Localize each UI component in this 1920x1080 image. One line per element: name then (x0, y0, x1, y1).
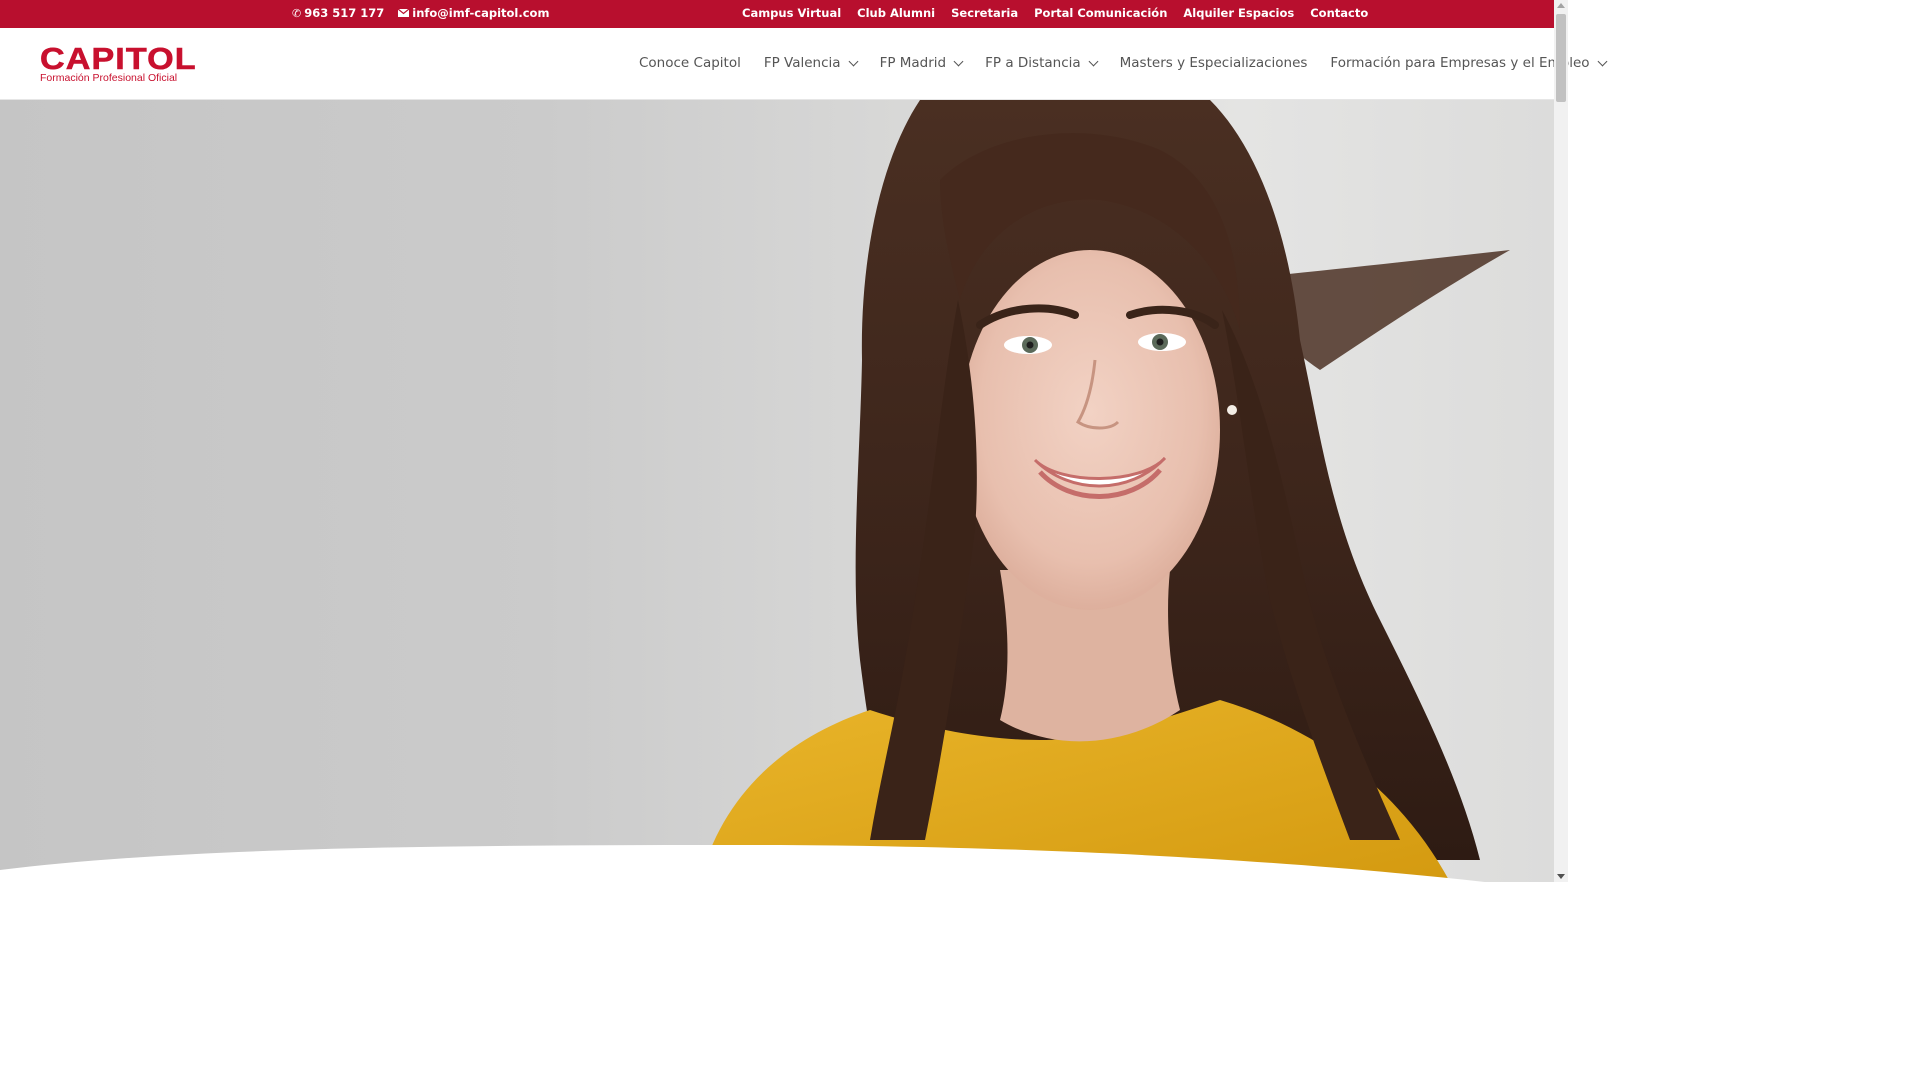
nav-item-fp-valencia[interactable]: FP Valencia (763, 55, 859, 71)
nav-label: Formación para Empresas y el Empleo (1330, 55, 1590, 71)
top-bar: ✆ 963 517 177 info@imf-capitol.com Campu… (0, 0, 1554, 28)
chevron-down-icon (1597, 56, 1608, 66)
nav-label: Masters y Especializaciones (1119, 55, 1308, 71)
chevron-down-icon (953, 56, 964, 66)
chevron-down-icon (1088, 56, 1099, 66)
nav-label: FP Madrid (879, 55, 947, 71)
nav-label: FP Valencia (763, 55, 841, 71)
contact-info: ✆ 963 517 177 info@imf-capitol.com (292, 6, 549, 20)
main-header: CAPITOL Formación Profesional Oficial Co… (0, 28, 1608, 100)
link-secretaria[interactable]: Secretaria (951, 6, 1018, 20)
phone-link[interactable]: ✆ 963 517 177 (292, 6, 384, 20)
link-campus-virtual[interactable]: Campus Virtual (742, 6, 841, 20)
logo-wordmark: CAPITOL (40, 41, 197, 76)
scroll-thumb[interactable] (1556, 14, 1566, 102)
link-portal-comunicacion[interactable]: Portal Comunicación (1034, 6, 1167, 20)
phone-number: 963 517 177 (304, 6, 385, 20)
scroll-up-arrow-icon[interactable] (1557, 3, 1565, 8)
nav-label: FP a Distancia (985, 55, 1081, 71)
nav-item-fp-distancia[interactable]: FP a Distancia (985, 55, 1099, 71)
phone-icon: ✆ (292, 6, 302, 20)
page-scrollbar[interactable] (1554, 0, 1568, 882)
hero-bottom-wave (0, 845, 1554, 882)
scroll-down-arrow-icon[interactable] (1557, 874, 1565, 879)
email-address: info@imf-capitol.com (412, 6, 550, 20)
utility-links: Campus Virtual Club Alumni Secretaria Po… (742, 6, 1368, 20)
link-alquiler-espacios[interactable]: Alquiler Espacios (1183, 6, 1294, 20)
link-club-alumni[interactable]: Club Alumni (857, 6, 935, 20)
nav-item-masters[interactable]: Masters y Especializaciones (1120, 55, 1308, 71)
email-link[interactable]: info@imf-capitol.com (397, 6, 550, 20)
envelope-icon (397, 8, 410, 19)
capitol-logo[interactable]: CAPITOL Formación Profesional Oficial (40, 43, 200, 86)
link-contacto[interactable]: Contacto (1310, 6, 1368, 20)
chevron-down-icon (848, 56, 859, 66)
nav-item-conoce-capitol[interactable]: Conoce Capitol (639, 55, 741, 71)
main-nav: Conoce Capitol FP Valencia FP Madrid FP … (639, 55, 1608, 71)
hero-banner (0, 100, 1554, 882)
nav-item-fp-madrid[interactable]: FP Madrid (879, 55, 964, 71)
nav-label: Conoce Capitol (639, 55, 741, 71)
